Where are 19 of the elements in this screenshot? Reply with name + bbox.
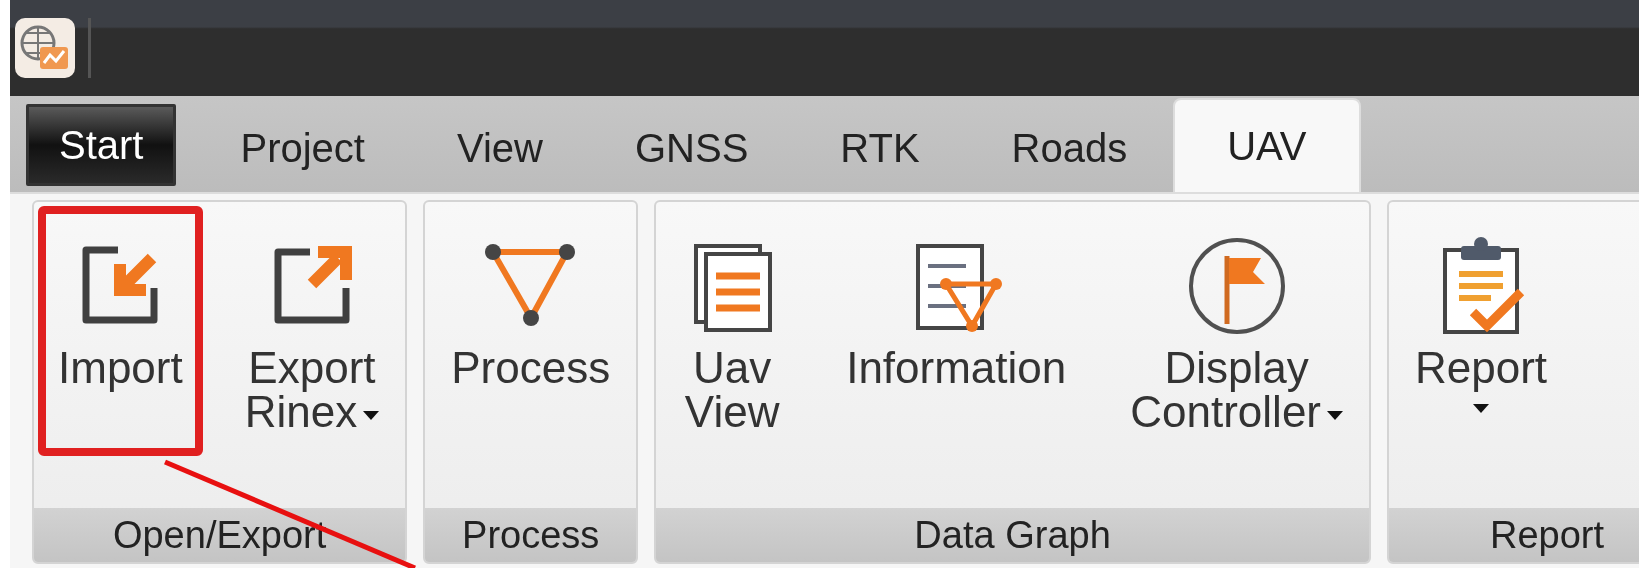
start-menu-button[interactable]: Start [26,104,177,186]
ribbon-button[interactable]: Display Controller [1108,206,1365,456]
ribbon-button[interactable]: Import [38,206,203,456]
flag-icon [1186,236,1287,336]
ribbon-tab[interactable]: Roads [965,104,1174,192]
ribbon-tab[interactable]: Project [194,104,411,192]
ribbon-tab[interactable]: RTK [794,104,966,192]
ribbon-tab[interactable]: View [411,104,589,192]
ribbon-tab[interactable]: GNSS [588,104,795,192]
ribbon-tab[interactable]: UAV [1173,98,1361,192]
group-label: Process [425,508,637,562]
ribbon-button[interactable]: Information [824,206,1089,456]
ribbon-button[interactable]: Export Rinex [222,206,402,456]
app-logo-icon[interactable] [14,17,76,79]
ribbon-button[interactable]: Report [1393,206,1570,456]
group-label: Open/Export [34,508,406,562]
group-label: Data Graph [656,508,1369,562]
ribbon-button[interactable]: Uav View [660,206,805,456]
ribbon-button[interactable]: Process [429,206,633,456]
